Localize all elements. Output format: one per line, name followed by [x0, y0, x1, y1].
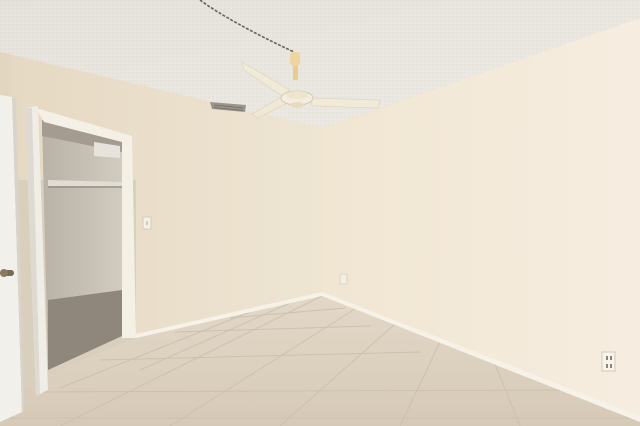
door-handle-icon[interactable] — [0, 269, 14, 277]
wall-outlet-icon — [601, 351, 616, 372]
small-outlet-icon — [339, 273, 348, 285]
room-photo — [0, 0, 640, 426]
closet — [42, 120, 122, 370]
light-switch-icon[interactable] — [142, 216, 152, 230]
